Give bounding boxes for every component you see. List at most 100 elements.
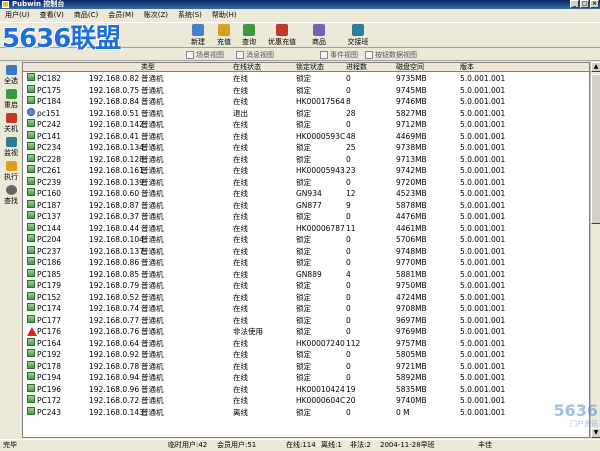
table-row[interactable]: PC179 192.168.0.79 普通机 在线 锁定 0 9750MB 5.0.001.0… — [23, 280, 589, 292]
cell-status: 在线 — [233, 223, 248, 233]
cell-name: PC178 — [37, 361, 62, 371]
cell-name: PC261 — [37, 166, 62, 175]
table-row[interactable]: PC144 192.168.0.44 普通机 在线 HK00006787 11 4461MB… — [23, 222, 589, 235]
cell-ver: 5.0.001.001 — [460, 120, 506, 129]
table-row[interactable]: PC178 192.168.0.78 普通机 在线 锁定 0 9721MB 5.0.001.0… — [23, 360, 589, 373]
table-row[interactable]: PC194 192.168.0.94 普通机 在线 锁定 0 5892MB 5.0.001.0… — [23, 372, 589, 384]
cell-disk: 9748MB — [396, 246, 427, 256]
table-row[interactable]: PC175 192.168.0.75 普通机 在线 锁定 0 9745MB 5.0.001.0… — [23, 84, 589, 97]
cell-ver: 5.0.001.001 — [460, 258, 506, 267]
table-row[interactable]: PC186 192.168.0.86 普通机 在线 锁定 0 9770MB 5.0.001.0… — [23, 257, 589, 269]
cell-lock: 锁定 — [296, 304, 311, 313]
table-header: 类型 在线状态 锁定状态 进程数 磁盘空间 版本 — [23, 63, 589, 72]
cell-disk: 5892MB — [396, 373, 427, 382]
cell-proc: 20 — [346, 396, 356, 405]
table-row[interactable]: PC242 192.168.0.142 普通机 在线 锁定 0 9712MB 5.0.001.… — [23, 119, 589, 131]
sidebar-item-monitor[interactable]: 监视 — [1, 136, 21, 159]
cell-proc: 0 — [346, 154, 351, 164]
tab-scene-view[interactable]: 场景视图 — [186, 50, 224, 60]
table-row[interactable]: PC237 192.168.0.137 普通机 在线 锁定 0 9748MB 5.0.001.… — [23, 245, 589, 258]
tab-message-view[interactable]: 消息视图 — [236, 50, 274, 60]
table-row[interactable]: PC239 192.168.0.139 普通机 在线 锁定 0 9720MB 5.0.001.… — [23, 176, 589, 189]
sidebar-item-search[interactable]: 查找 — [1, 184, 21, 207]
sidebar-label: 重启 — [4, 101, 18, 109]
maximize-button[interactable]: □ — [580, 0, 589, 8]
header-version[interactable]: 版本 — [460, 63, 474, 72]
table-row[interactable]: PC184 192.168.0.84 普通机 在线 HK00017564 8 9746MB 5… — [23, 96, 589, 108]
table-row[interactable]: PC234 192.168.0.134 普通机 在线 锁定 25 9738MB 5.0.001… — [23, 142, 589, 154]
cell-ip: 192.168.0.74 — [89, 304, 140, 313]
cell-status: 在线 — [233, 120, 248, 129]
header-process-count[interactable]: 进程数 — [346, 63, 367, 72]
cell-status: 在线 — [233, 350, 248, 359]
cell-proc: 8 — [346, 97, 351, 106]
cell-ver: 5.0.001.001 — [460, 269, 506, 279]
cell-ip: 192.168.0.76 — [89, 327, 140, 336]
user-pc-icon — [27, 107, 35, 116]
status-temp-users: 临时用户:42 — [168, 441, 208, 449]
table-row[interactable]: PC141 192.168.0.41 普通机 在线 HK0000593C 48 4469MB… — [23, 130, 589, 143]
cell-disk: 9735MB — [396, 74, 427, 83]
table-row[interactable]: PC176 192.168.0.76 普通机 非法使用 锁定 0 9769MB 5.0.001… — [23, 326, 589, 338]
cell-ver: 5.0.001.001 — [460, 223, 506, 233]
header-disk-space[interactable]: 磁盘空间 — [396, 63, 424, 72]
table-row[interactable]: PC152 192.168.0.52 普通机 在线 锁定 0 4724MB 5.0.001.0… — [23, 291, 589, 304]
goods-button[interactable]: 商品 — [307, 23, 331, 47]
cell-proc: 4 — [346, 269, 351, 279]
sidebar-item-execute[interactable]: 执行 — [1, 160, 21, 183]
sidebar-item-restart[interactable]: 重启 — [1, 88, 21, 111]
cell-type: 普通机 — [141, 292, 164, 302]
cell-type: 普通机 — [141, 200, 164, 210]
scroll-up-button[interactable]: ▲ — [591, 62, 600, 72]
new-button[interactable]: 新建 — [186, 23, 210, 47]
cell-status: 在线 — [233, 97, 248, 106]
cell-name: PC237 — [37, 246, 62, 256]
cell-type: 普通机 — [141, 281, 164, 290]
cell-lock: 锁定 — [296, 235, 311, 244]
table-row[interactable]: PC182 192.168.0.82 普通机 在线 锁定 0 9735MB 5.0.001.0… — [23, 73, 589, 85]
close-button[interactable]: × — [590, 0, 599, 8]
cell-ip: 192.168.0.92 — [89, 350, 140, 359]
table-row[interactable]: PC164 192.168.0.64 普通机 在线 HK00007240 112 9757M… — [23, 337, 589, 350]
button-data-view-icon — [365, 51, 373, 59]
table-row[interactable]: PC228 192.168.0.128 普通机 在线 锁定 0 9713MB 5.0.001.… — [23, 153, 589, 166]
discount-recharge-button[interactable]: 优惠充值 — [262, 23, 302, 47]
handover-button[interactable]: 交接班 — [343, 23, 373, 47]
table-row[interactable]: PC192 192.168.0.92 普通机 在线 锁定 0 5805MB 5.0.001.0… — [23, 349, 589, 361]
cell-status: 在线 — [233, 212, 248, 221]
vertical-scrollbar[interactable]: ▲ ▼ — [590, 62, 600, 438]
sidebar-item-select-all[interactable]: 全选 — [1, 64, 21, 87]
query-button[interactable]: 查询 — [237, 23, 261, 47]
menu-help[interactable]: 帮助(H) — [210, 10, 239, 21]
table-row[interactable]: PC196 192.168.0.96 普通机 在线 HK00010424 19 5835MB… — [23, 383, 589, 396]
recharge-button[interactable]: 充值 — [212, 23, 236, 47]
pc-icon — [27, 268, 35, 277]
cell-lock: HK00010424 — [296, 384, 345, 394]
header-type[interactable]: 类型 — [141, 63, 155, 72]
window-controls: _ □ × — [570, 0, 599, 8]
table-row[interactable]: PC185 192.168.0.85 普通机 在线 GN889 4 5881MB 5.0.00… — [23, 268, 589, 281]
header-lock-status[interactable]: 锁定状态 — [296, 63, 324, 72]
tab-event-view[interactable]: 事件视图 — [320, 50, 358, 60]
table-row[interactable]: PC187 192.168.0.87 普通机 在线 GN877 9 5878MB 5.0.00… — [23, 199, 589, 212]
table-row[interactable]: PC160 192.168.0.60 普通机 在线 GN934 12 4523MB 5.0.0… — [23, 188, 589, 200]
cell-type: 普通机 — [141, 85, 164, 95]
cell-name: PC144 — [37, 223, 62, 233]
table-row[interactable]: PC204 192.168.0.104 普通机 在线 锁定 0 5706MB 5.0.001.… — [23, 234, 589, 246]
table-row[interactable]: PC261 192.168.0.161 普通机 在线 HK00005943 23 9742M… — [23, 165, 589, 177]
scroll-thumb[interactable] — [591, 74, 600, 224]
pc-icon — [27, 314, 35, 323]
cell-proc: 0 — [346, 292, 351, 302]
table-row[interactable]: PC137 192.168.0.37 普通机 在线 锁定 0 4476MB 5.0.001.0… — [23, 211, 589, 223]
cell-ver: 5.0.001.001 — [460, 97, 506, 106]
header-online-status[interactable]: 在线状态 — [233, 63, 261, 72]
cell-type: 普通机 — [141, 350, 164, 359]
table-row[interactable]: PC177 192.168.0.77 普通机 在线 锁定 0 9697MB 5.0.001.0… — [23, 314, 589, 327]
table-row[interactable]: PC174 192.168.0.74 普通机 在线 锁定 0 9708MB 5.0.001.0… — [23, 303, 589, 315]
tab-button-data-view[interactable]: 按钮数据视图 — [365, 50, 417, 60]
sidebar-item-shutdown[interactable]: 关机 — [1, 112, 21, 135]
cell-proc: 0 — [346, 212, 351, 221]
minimize-button[interactable]: _ — [570, 0, 579, 8]
cell-ver: 5.0.001.001 — [460, 384, 506, 394]
table-row[interactable]: pc151 192.168.0.51 普通机 退出 锁定 28 5827MB 5.0.001.… — [23, 107, 589, 120]
